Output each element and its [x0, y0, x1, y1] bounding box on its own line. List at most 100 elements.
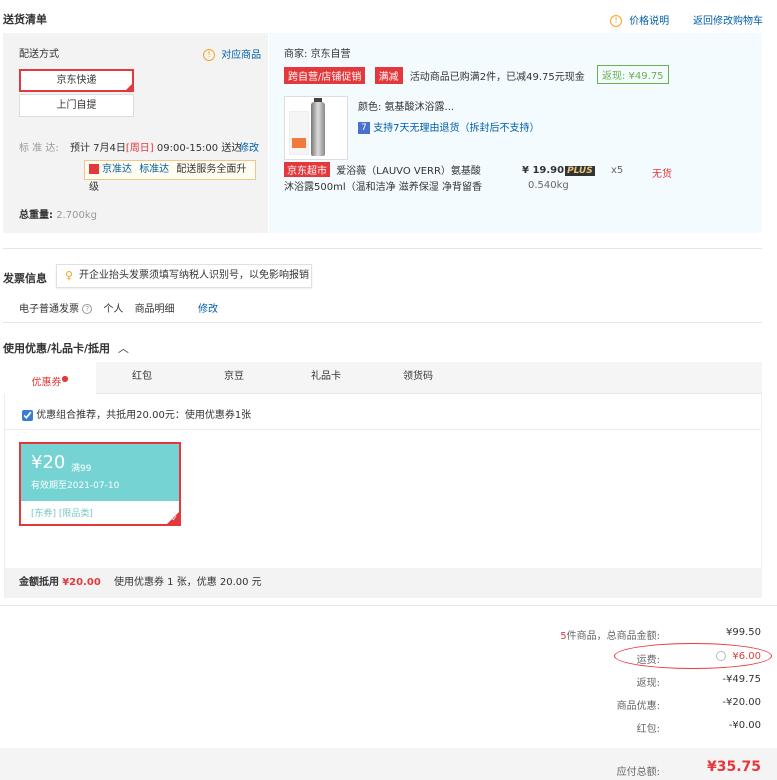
- coupon-condition: 满99: [71, 464, 92, 474]
- eta-info: 预计 7月4日[周日] 09:00-15:00 送达: [70, 139, 241, 154]
- lightbulb-icon: ♀: [65, 269, 74, 282]
- tab-giftcard[interactable]: 礼品卡: [280, 362, 372, 394]
- discount-total-desc: 使用优惠券 1 张，优惠 20.00 元: [113, 577, 262, 588]
- discount-total-label: 金额抵用: [19, 577, 59, 588]
- combo-checkbox[interactable]: [22, 409, 33, 421]
- match-goods-link[interactable]: ! 对应商品: [203, 46, 261, 61]
- stock-status: 无货: [652, 169, 672, 180]
- jd-fast-label: 京准达: [102, 164, 132, 175]
- coupon-tabs: 优惠券● 红包 京豆 礼品卡 领货码: [4, 362, 762, 395]
- goods-count-label: 件商品，总商品金额:: [566, 631, 660, 642]
- std-fast-label: 标准达: [139, 164, 170, 175]
- product-color: 颜色: 氨基酸沐浴露...: [358, 98, 454, 113]
- tab-pickup-code[interactable]: 领货码: [372, 362, 464, 394]
- section-title-invoice: 发票信息: [3, 272, 47, 285]
- delivery-method-panel: [3, 33, 268, 233]
- discount-total-bar: 金额抵用 ¥20.00 使用优惠券 1 张，优惠 20.00 元: [5, 568, 762, 598]
- eta-time: 09:00-15:00 送达: [156, 143, 242, 154]
- invoice-type: 电子普通发票: [19, 304, 79, 315]
- discount-total-value: ¥20.00: [62, 577, 101, 588]
- discount-label: 商品优惠:: [616, 701, 660, 712]
- coupon-amount: ¥20: [31, 452, 66, 473]
- eta-date: 预计 7月4日: [70, 143, 126, 154]
- tab-redpack[interactable]: 红包: [96, 362, 188, 394]
- product-name-line2[interactable]: 沐浴露500ml（温和洁净 滋养保湿 净背留香: [284, 178, 482, 193]
- invoice-modify-link[interactable]: 修改: [198, 300, 218, 315]
- goods-total-value: ¥99.50: [726, 627, 761, 638]
- total-weight-label: 总重量:: [19, 210, 53, 221]
- tab-jingdou[interactable]: 京豆: [188, 362, 280, 394]
- goods-count: 5件商品，总商品金额:: [540, 627, 660, 642]
- combo-text: 优惠组合推荐，共抵用20.00元：使用优惠券1张: [36, 410, 252, 421]
- coupon-card-top: ¥20 满99 有效期至2021-07-10: [21, 444, 179, 501]
- coupon-tags: [东券] [限品类]: [31, 509, 93, 519]
- product-name-line1: 京东超市 爱浴薇（LAUVO VERR）氨基酸: [284, 162, 481, 177]
- pay-total-label: 应付总额:: [616, 767, 660, 778]
- product-name-text1[interactable]: 爱浴薇（LAUVO VERR）氨基酸: [336, 166, 481, 177]
- back-to-cart-link[interactable]: 返回修改购物车: [693, 12, 763, 27]
- section-title-coupons: 使用优惠/礼品卡/抵用: [3, 342, 111, 355]
- jd-fast-icon: [89, 164, 99, 174]
- merchant-label: 商家:: [284, 49, 308, 60]
- pay-total-value: ¥35.75: [706, 759, 761, 775]
- help-icon[interactable]: ?: [82, 304, 93, 314]
- merchant-info: 商家: 京东自营: [284, 45, 351, 60]
- cashback-label: 返现:: [636, 678, 660, 689]
- product-price-value: ¥ 19.90: [522, 165, 565, 176]
- return-policy-text: 支持7天无理由退货（拆封后不支持）: [373, 123, 540, 134]
- chevron-up-icon: ︿: [117, 342, 129, 355]
- highlight-oval: [614, 643, 772, 669]
- price-info-label: 价格说明: [629, 16, 670, 27]
- product-weight: 0.540kg: [528, 180, 569, 191]
- check-icon: ✓: [171, 514, 178, 523]
- invoice-tip-text: 开企业抬头发票须填写纳税人识别号，以免影响报销: [79, 270, 309, 281]
- warning-icon: !: [203, 49, 215, 61]
- divider: [0, 605, 777, 606]
- combo-recommend: 优惠组合推荐，共抵用20.00元：使用优惠券1张: [22, 406, 251, 421]
- promo-row: 跨自营/店铺促销 满减 活动商品已购满2件，已减49.75元现金: [284, 67, 585, 84]
- eta-label: 标 准 达:: [19, 143, 59, 154]
- price-info-link[interactable]: ! 价格说明: [610, 12, 669, 27]
- tab-coupon-label: 优惠券: [31, 377, 62, 389]
- coupon-expiry: 有效期至2021-07-10: [31, 481, 120, 491]
- invoice-info-row: 电子普通发票 ? 个人 商品明细: [19, 300, 175, 315]
- divider: [5, 429, 762, 430]
- return-policy: 7 支持7天无理由退货（拆封后不支持）: [358, 119, 540, 134]
- product-price: ¥ 19.90 PLUS: [522, 165, 595, 176]
- coupon-card[interactable]: ¥20 满99 有效期至2021-07-10 [东券] [限品类] ✓: [19, 442, 181, 526]
- promo-tag-discount: 满减: [374, 67, 403, 84]
- package-icon: [289, 111, 309, 155]
- merchant-name: 京东自营: [310, 49, 351, 60]
- tab-coupon[interactable]: 优惠券●: [4, 362, 96, 395]
- redpack-label: 红包:: [636, 724, 660, 735]
- cashback-value: -¥49.75: [722, 674, 761, 685]
- supermarket-tag: 京东超市: [284, 162, 330, 177]
- bottle-icon: [311, 102, 325, 156]
- coupon-section-toggle[interactable]: 使用优惠/礼品卡/抵用 ︿: [3, 340, 129, 356]
- section-title-delivery-list: 送货清单: [3, 13, 47, 26]
- product-qty: x5: [611, 165, 624, 176]
- redpack-value: -¥0.00: [728, 720, 761, 731]
- ship-option-jd-express[interactable]: 京东快递: [19, 69, 134, 92]
- ship-option-self-pickup[interactable]: 上门自提: [19, 94, 134, 117]
- discount-value: -¥20.00: [722, 697, 761, 708]
- match-goods-label: 对应商品: [221, 50, 262, 61]
- invoice-detail: 商品明细: [134, 304, 175, 315]
- jd-fast-banner: 京准达 标准达 配送服务全面升级: [84, 160, 256, 193]
- new-dot-icon: ●: [61, 374, 69, 383]
- total-weight: 总重量: 2.700kg: [19, 206, 97, 221]
- plus-badge: PLUS: [565, 166, 595, 176]
- promo-tag: 跨自营/店铺促销: [284, 67, 366, 84]
- product-color-value: 氨基酸沐浴露...: [384, 102, 455, 113]
- invoice-personal: 个人: [103, 304, 124, 315]
- product-color-label: 颜色:: [358, 102, 382, 113]
- divider: [3, 248, 762, 249]
- info-icon: !: [610, 15, 622, 27]
- invoice-tip: ♀ 开企业抬头发票须填写纳税人识别号，以免影响报销: [56, 264, 312, 288]
- cashback-badge: 返现: ¥49.75: [597, 65, 669, 84]
- eta-modify-link[interactable]: 修改: [239, 139, 259, 154]
- product-image[interactable]: [284, 96, 348, 160]
- eta-day: [周日]: [125, 143, 154, 154]
- divider: [3, 322, 762, 323]
- delivery-method-label: 配送方式: [19, 49, 59, 60]
